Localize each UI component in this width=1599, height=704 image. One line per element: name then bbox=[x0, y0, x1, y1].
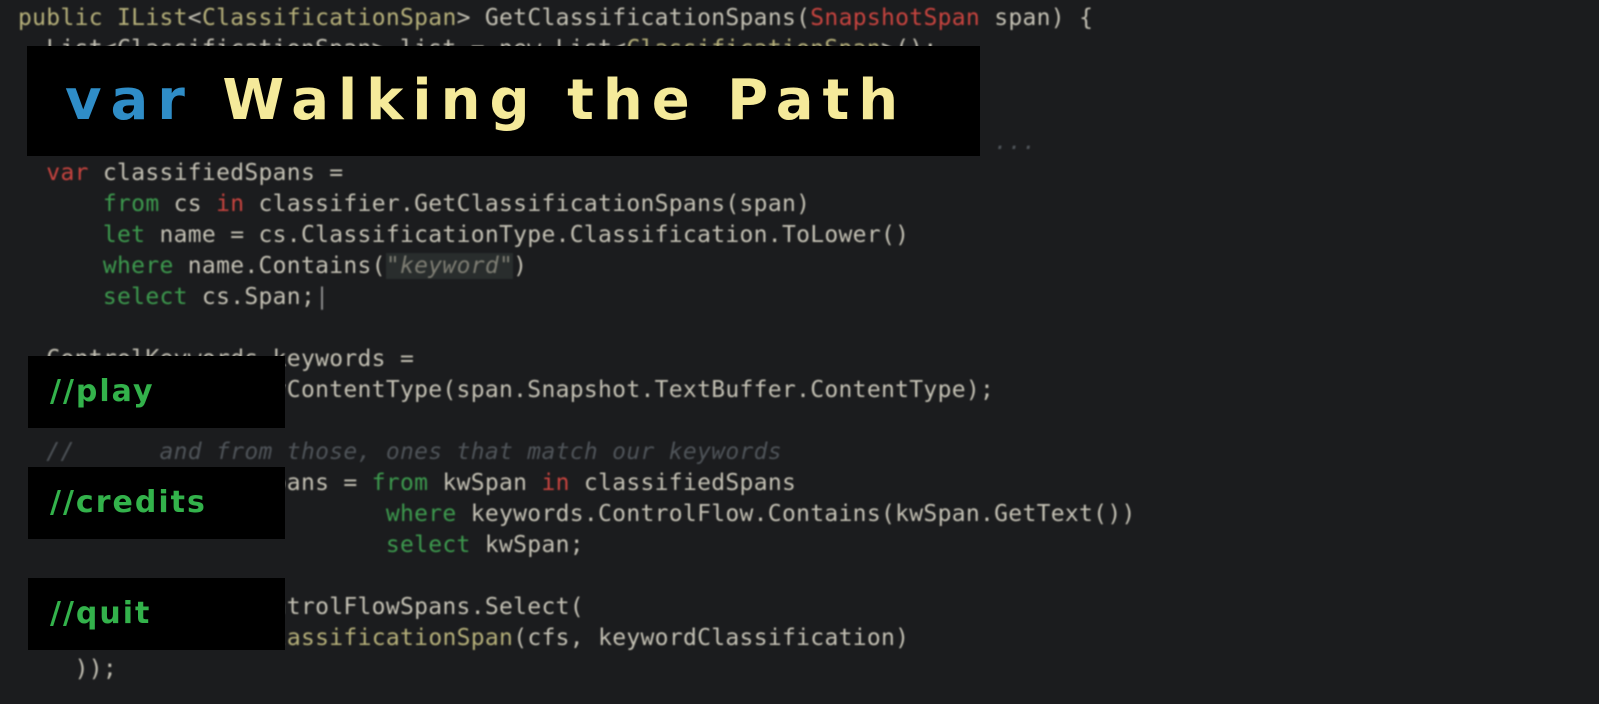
code-token: public IList bbox=[18, 5, 188, 31]
code-token: cs bbox=[159, 191, 217, 217]
code-token: keywords.ControlFlow.Contains(kwSpan.Get… bbox=[456, 501, 1136, 527]
game-title: var Walking the Path bbox=[65, 68, 907, 134]
quit-label: //quit bbox=[50, 596, 152, 631]
code-token: from bbox=[18, 191, 160, 217]
code-token: "keyword" bbox=[385, 253, 514, 279]
code-token: in bbox=[541, 470, 570, 496]
code-line: var classifiedSpans = bbox=[18, 158, 343, 188]
code-line: where name.Contains("keyword") bbox=[18, 251, 527, 281]
play-button[interactable]: //play bbox=[28, 356, 285, 428]
code-token: | bbox=[315, 284, 330, 310]
code-token: classifiedSpans = bbox=[88, 160, 344, 186]
code-token: in bbox=[216, 191, 245, 217]
credits-button[interactable]: //credits bbox=[28, 467, 285, 539]
code-line: select cs.Span;| bbox=[18, 282, 329, 312]
code-token: (cfs, keywordClassification) bbox=[513, 625, 910, 651]
code-line: let name = cs.ClassificationType.Classif… bbox=[18, 220, 909, 250]
play-label: //play bbox=[50, 374, 155, 409]
code-token: kwSpan; bbox=[470, 532, 584, 558]
title-banner: var Walking the Path bbox=[27, 46, 980, 156]
code-token: ) bbox=[513, 253, 528, 279]
code-token: ClassificationSpan bbox=[258, 625, 514, 651]
code-line: )); bbox=[18, 654, 117, 684]
game-title-screen: public IList<ClassificationSpan> GetClas… bbox=[0, 0, 1599, 704]
code-token: select bbox=[18, 284, 188, 310]
code-token: cs.Span; bbox=[187, 284, 316, 310]
code-token: from bbox=[371, 470, 429, 496]
code-line: from cs in classifier.GetClassificationS… bbox=[18, 189, 810, 219]
quit-button[interactable]: //quit bbox=[28, 578, 285, 650]
code-token: // and from those, ones that match our k… bbox=[18, 439, 782, 465]
code-token: name.Contains( bbox=[173, 253, 386, 279]
code-line: // and from those, ones that match our k… bbox=[18, 437, 782, 467]
code-token: var bbox=[18, 160, 89, 186]
code-token: > GetClassificationSpans( bbox=[456, 5, 811, 31]
code-token: span) { bbox=[980, 5, 1094, 31]
credits-label: //credits bbox=[50, 485, 207, 520]
code-token: )); bbox=[18, 656, 118, 682]
code-token: classifiedSpans bbox=[569, 470, 797, 496]
code-token: classifier.GetClassificationSpans(span) bbox=[244, 191, 811, 217]
code-token: kwSpan bbox=[428, 470, 542, 496]
code-line: public IList<ClassificationSpan> GetClas… bbox=[18, 3, 1093, 33]
code-token: let bbox=[18, 222, 146, 248]
code-token: SnapshotSpan bbox=[810, 5, 981, 31]
code-token: name = cs.ClassificationType.Classificat… bbox=[145, 222, 910, 248]
code-token: ClassificationSpan bbox=[201, 5, 457, 31]
title-var-keyword: var bbox=[65, 68, 194, 133]
title-name: Walking the Path bbox=[222, 68, 908, 133]
code-token: where bbox=[18, 253, 174, 279]
code-token: < bbox=[187, 5, 202, 31]
